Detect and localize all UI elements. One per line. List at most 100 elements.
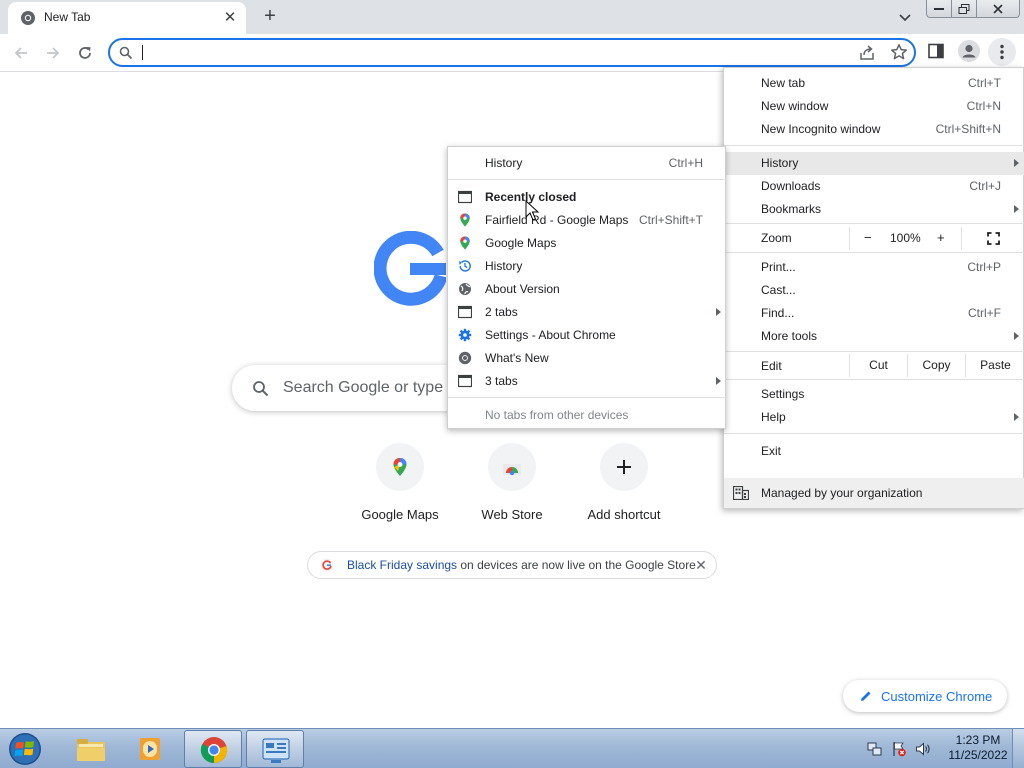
taskbar-control-panel[interactable] [246,730,304,768]
menu-item-help[interactable]: Help [724,406,1024,429]
history-menu-item-history[interactable]: History Ctrl+H [448,152,727,175]
submenu-arrow-icon [1014,159,1019,167]
menu-separator [724,351,1024,352]
promo-text: Black Friday savings on devices are now … [347,558,696,572]
zoom-out-button[interactable]: − 100% [849,227,921,250]
profile-avatar-button[interactable] [958,40,980,62]
menu-item-label: History [485,156,523,170]
recent-item[interactable]: Google Maps [448,232,727,255]
customize-chrome-button[interactable]: Customize Chrome [843,680,1007,712]
menu-item-downloads[interactable]: Downloads Ctrl+J [724,175,1024,198]
menu-item-label: New Incognito window [761,122,881,136]
media-player-icon [140,738,160,760]
settings-gear-icon [458,328,472,342]
menu-item-new-tab[interactable]: New tab Ctrl+T [724,72,1024,95]
recent-item[interactable]: About Version [448,278,727,301]
window-close-button[interactable] [976,0,1020,18]
history-submenu: History Ctrl+H Recently closed Fairfield… [447,146,727,429]
address-input[interactable] [144,43,844,63]
back-button[interactable] [8,40,34,66]
menu-separator [724,433,1024,434]
window-minimize-button[interactable] [926,0,952,18]
clock-time: 1:23 PM [955,733,1001,747]
shortcut-web-store[interactable]: Web Store [456,443,568,533]
address-bar[interactable] [108,38,916,67]
window-restore-button[interactable] [951,0,977,18]
promo-banner[interactable]: Black Friday savings on devices are now … [307,551,717,579]
recent-item[interactable]: History [448,255,727,278]
managed-by-organization-item[interactable]: Managed by your organization [724,478,1024,508]
promo-link[interactable]: Black Friday savings [347,558,457,572]
show-desktop-button[interactable] [1012,729,1024,768]
paste-button[interactable]: Paste [965,354,1024,377]
menu-item-find[interactable]: Find... Ctrl+F [724,302,1024,325]
menu-item-cast[interactable]: Cast... [724,279,1024,302]
network-icon[interactable] [867,741,883,757]
google-maps-pin-icon [460,236,470,250]
taskbar-chrome[interactable] [184,730,242,768]
bookmark-star-icon[interactable] [890,43,908,61]
shortcut-icon-tile [600,443,648,491]
menu-item-new-incognito-window[interactable]: New Incognito window Ctrl+Shift+N [724,118,1024,141]
forward-button[interactable] [40,40,66,66]
menu-item-bookmarks[interactable]: Bookmarks [724,198,1024,221]
taskbar-media-player[interactable] [122,730,180,768]
shortcut-google-maps[interactable]: Google Maps [344,443,456,533]
menu-item-label: More tools [761,329,818,343]
tab-close-icon[interactable]: ✕ [220,8,240,28]
action-center-flag-icon[interactable] [891,741,907,757]
side-panel-icon[interactable] [928,43,944,59]
menu-item-print[interactable]: Print... Ctrl+P [724,256,1024,279]
google-maps-pin-icon [460,213,470,227]
menu-item-label: Exit [761,444,782,458]
tab-search-icon[interactable] [894,6,916,28]
menu-item-history[interactable]: History [724,152,1024,175]
start-button[interactable] [6,731,46,767]
recent-item[interactable]: Settings - About Chrome [448,324,727,347]
person-icon [962,44,976,58]
taskbar-file-explorer[interactable] [62,730,120,768]
recently-closed-header: Recently closed [448,186,727,209]
new-tab-button[interactable]: + [258,4,282,28]
fullscreen-button[interactable] [961,227,1024,250]
share-icon[interactable] [858,44,876,62]
menu-item-shortcut: Ctrl+Shift+N [935,122,1001,136]
recent-item[interactable]: What's New [448,347,727,370]
managed-label: Managed by your organization [761,486,923,500]
menu-item-more-tools[interactable]: More tools [724,325,1024,348]
windows-taskbar: 1:23 PM 11/25/2022 [0,728,1024,768]
copy-button[interactable]: Copy [907,354,965,377]
recent-item[interactable]: 2 tabs [448,301,727,324]
reload-button[interactable] [72,40,98,66]
zoom-in-button[interactable]: + [929,227,959,250]
menu-item-label: Settings - About Chrome [485,328,616,342]
recent-item[interactable]: 3 tabs [448,370,727,393]
submenu-arrow-icon [716,308,721,316]
menu-item-shortcut: Ctrl+F [968,306,1001,320]
search-icon [253,381,269,397]
chrome-favicon-icon [21,11,35,25]
menu-item-new-window[interactable]: New window Ctrl+N [724,95,1024,118]
menu-item-settings[interactable]: Settings [724,383,1024,406]
menu-item-label: Settings [761,387,805,401]
window-icon [458,190,472,204]
customize-chrome-label: Customize Chrome [881,689,993,704]
volume-icon[interactable] [915,741,931,757]
menu-item-exit[interactable]: Exit [724,440,1024,463]
search-icon [119,46,133,60]
chrome-main-menu: New tab Ctrl+T New window Ctrl+N New Inc… [723,67,1024,509]
menu-separator [724,145,1024,146]
building-icon [733,486,749,500]
google-maps-icon [393,458,407,476]
tab-new-tab[interactable]: New Tab ✕ [8,2,246,34]
chrome-menu-button[interactable] [988,38,1016,66]
cut-button[interactable]: Cut [849,354,907,377]
menu-separator [724,252,1024,253]
shortcut-label: Web Store [481,507,543,522]
promo-close-icon[interactable]: ✕ [692,556,710,574]
pencil-icon [861,691,871,701]
mouse-cursor-icon [525,200,539,221]
shortcut-add[interactable]: Add shortcut [568,443,680,533]
recent-item[interactable]: Fairfield Rd - Google Maps Ctrl+Shift+T [448,209,727,232]
taskbar-clock[interactable]: 1:23 PM 11/25/2022 [938,733,1018,763]
